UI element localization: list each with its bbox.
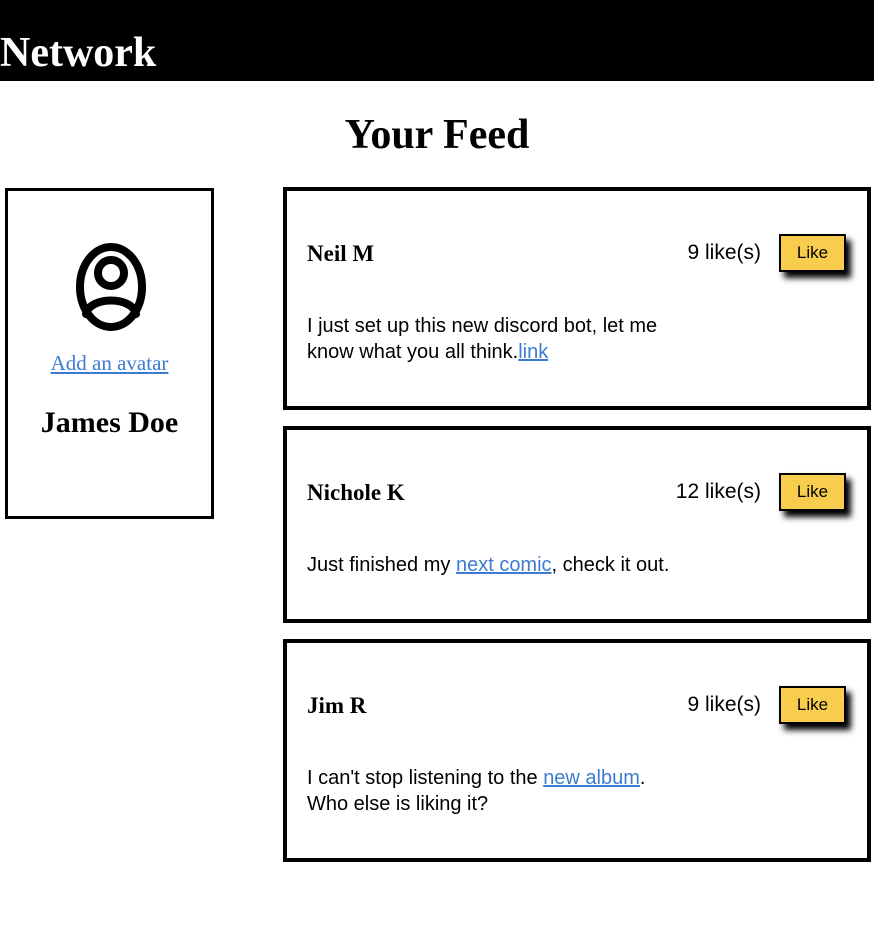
top-navbar: Network	[0, 0, 874, 81]
feed-post: Jim R 9 like(s) Like I can't stop listen…	[283, 639, 871, 862]
post-body-text: know what you all think.	[307, 341, 519, 363]
post-author: Jim R	[307, 693, 367, 718]
post-body: I just set up this new discord bot, let …	[307, 313, 657, 365]
post-body-text: I can't stop listening to the	[307, 767, 544, 789]
post-body-text: .	[639, 767, 646, 789]
like-button[interactable]: Like	[779, 234, 846, 272]
post-like-count: 12 like(s)	[675, 480, 761, 503]
post-author: Neil M	[307, 241, 375, 266]
post-body-text: I just set up this new discord bot, let …	[307, 315, 658, 337]
post-body-text: , check it out.	[551, 554, 670, 576]
profile-card: Add an avatar James Doe	[5, 188, 214, 519]
like-button[interactable]: Like	[779, 686, 846, 724]
page-title: Your Feed	[344, 112, 530, 158]
feed-post: Nichole K 12 like(s) Like Just finished …	[283, 426, 871, 623]
profile-name: James Doe	[40, 406, 179, 439]
brand-title[interactable]: Network	[0, 28, 156, 78]
post-like-count: 9 like(s)	[687, 693, 761, 716]
post-body-text: Who else is liking it?	[307, 793, 489, 815]
post-like-count: 9 like(s)	[687, 241, 761, 264]
add-avatar-link[interactable]: Add an avatar	[8, 350, 211, 376]
post-body: Just finished my next comic, check it ou…	[307, 552, 669, 578]
feed-post: Neil M 9 like(s) Like I just set up this…	[283, 187, 871, 410]
post-body-text: Just finished my	[307, 554, 456, 576]
post-link[interactable]: next comic	[456, 554, 552, 576]
post-link[interactable]: link	[518, 341, 548, 363]
post-link[interactable]: new album	[543, 767, 640, 789]
post-body: I can't stop listening to the new album.…	[307, 765, 645, 817]
post-author: Nichole K	[307, 480, 405, 505]
user-avatar-icon	[76, 243, 146, 331]
like-button[interactable]: Like	[779, 473, 846, 511]
